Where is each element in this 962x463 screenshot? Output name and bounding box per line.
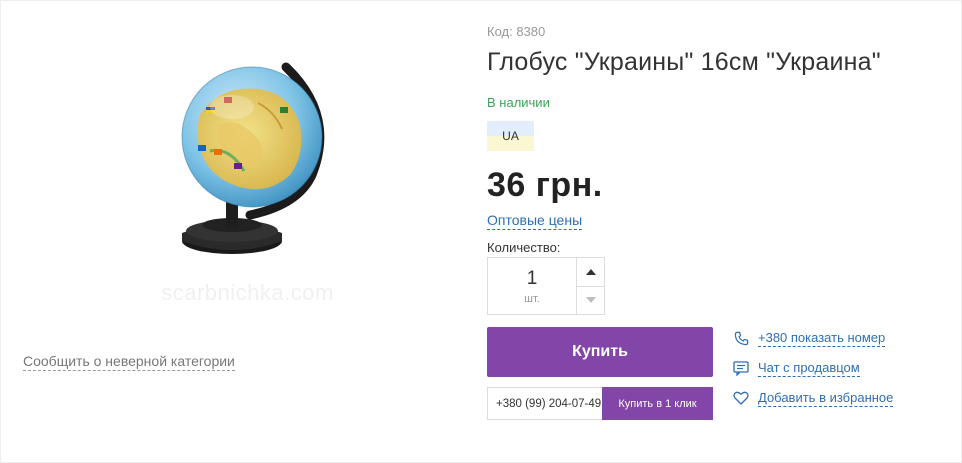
stock-status: В наличии [487,95,550,110]
globe-image [181,62,325,254]
one-click-form: Купить в 1 клик [487,387,713,420]
buy-button[interactable]: Купить [487,327,713,377]
product-title: Глобус "Украины" 16см "Украина" [487,48,881,76]
language-badge: UA [487,121,534,151]
wholesale-prices-link[interactable]: Оптовые цены [487,212,583,230]
add-to-favorites-link[interactable]: Добавить в избранное [732,389,894,407]
quantity-decrease-button[interactable] [577,285,604,315]
chat-with-seller-label: Чат с продавцом [758,359,860,377]
report-category-link[interactable]: Сообщить о неверной категории [23,352,235,371]
phone-input[interactable] [487,387,602,420]
quantity-label: Количество: [487,240,561,255]
heart-icon [732,389,750,407]
quantity-arrows [577,258,604,314]
language-badge-label: UA [502,129,519,143]
product-price: 36 грн. [487,166,603,204]
product-sku: Код: 8380 [487,24,546,39]
add-to-favorites-label: Добавить в избранное [758,389,894,407]
quantity-unit: шт. [524,292,540,305]
chat-icon [732,359,750,377]
caret-down-icon [585,297,596,304]
quantity-field[interactable]: 1 шт. [488,258,577,314]
chat-with-seller-link[interactable]: Чат с продавцом [732,359,860,377]
show-phone-link[interactable]: +380 показать номер [732,329,886,347]
phone-icon [732,329,750,347]
product-image[interactable] [140,55,360,315]
show-phone-label: +380 показать номер [758,329,886,347]
one-click-buy-button[interactable]: Купить в 1 клик [602,387,713,420]
image-watermark: scarbnichka.com [161,280,334,305]
quantity-increase-button[interactable] [577,258,604,286]
quantity-value: 1 [526,267,538,289]
quantity-stepper: 1 шт. [487,257,605,315]
caret-up-icon [585,268,596,275]
